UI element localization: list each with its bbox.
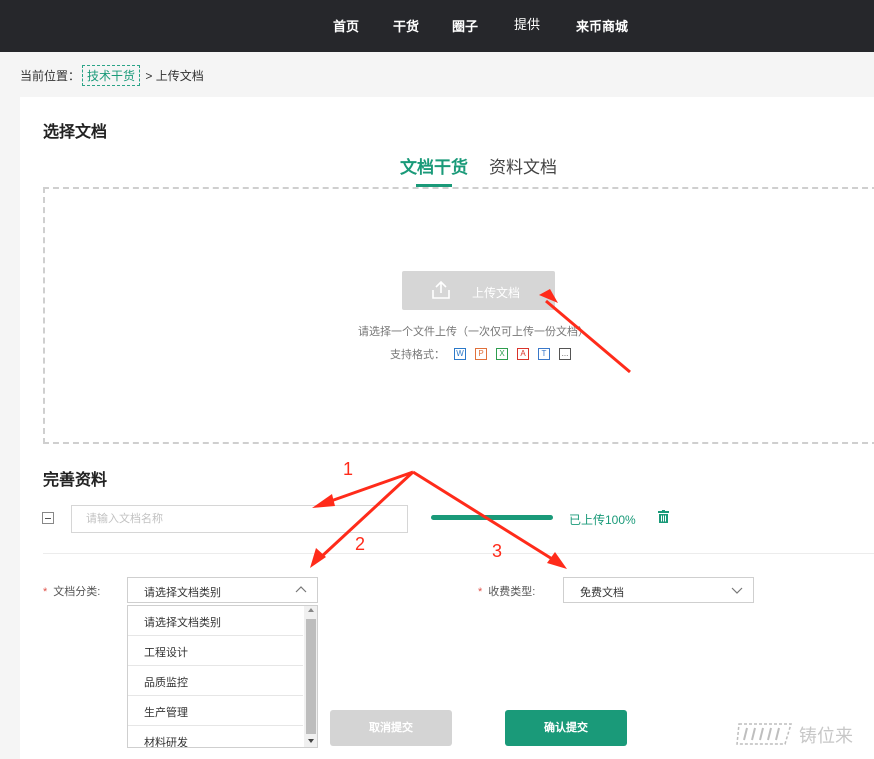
breadcrumb-current: 上传文档 <box>155 69 204 83</box>
upload-document-button[interactable]: 上传文档 <box>402 271 555 310</box>
chevron-down-icon <box>731 587 743 594</box>
upload-progress-bar <box>431 515 553 520</box>
fee-type-label: * 收费类型: <box>478 583 535 599</box>
upload-dropzone[interactable] <box>43 187 874 444</box>
category-select[interactable]: 请选择文档类别 <box>127 577 318 603</box>
supported-formats: 支持格式： W P X A T ... <box>390 346 571 362</box>
annotation-label-1: 1 <box>343 459 354 479</box>
watermark-text: 铸位来 <box>799 726 853 747</box>
chevron-up-icon <box>295 586 307 593</box>
category-label-text: 文档分类: <box>53 586 101 598</box>
details-title: 完善资料 <box>43 472 108 489</box>
tab-doc-ganhuo[interactable]: 文档干货 <box>400 153 468 178</box>
category-option[interactable]: 生产管理 <box>128 696 303 726</box>
nav-item-quanzi[interactable]: 圈子 <box>452 16 478 35</box>
category-options-list[interactable]: 请选择文档类别 工程设计 品质监控 生产管理 材料研发 <box>127 605 318 748</box>
select-doc-title: 选择文档 <box>43 124 108 141</box>
watermark: 铸位来 <box>735 718 870 748</box>
tab-resource-doc[interactable]: 资料文档 <box>489 153 557 178</box>
breadcrumb-separator: > <box>145 69 153 83</box>
annotation-label-3: 3 <box>492 541 503 561</box>
breadcrumb: 当前位置： 技术干货 > 上传文档 <box>20 65 204 86</box>
upload-progress-text: 已上传100% <box>569 513 636 527</box>
collapse-toggle-icon[interactable] <box>42 512 54 524</box>
category-option[interactable]: 工程设计 <box>128 636 303 666</box>
scroll-thumb[interactable] <box>306 619 316 734</box>
category-option[interactable]: 材料研发 <box>128 726 303 747</box>
category-select-value: 请选择文档类别 <box>144 587 221 599</box>
upload-hint: 请选择一个文件上传（一次仅可上传一份文档） <box>358 326 589 338</box>
section-divider <box>43 553 874 554</box>
top-nav-bar: 首页 干货 圈子 提供 来币商城 <box>0 0 874 52</box>
scroll-up-arrow-icon[interactable] <box>308 608 314 612</box>
category-label: * 文档分类: <box>43 583 100 599</box>
options-scrollbar[interactable] <box>304 606 317 747</box>
delete-icon[interactable] <box>658 510 669 523</box>
word-format-icon: W <box>454 348 466 360</box>
annotation-label-2: 2 <box>355 534 366 554</box>
upload-progress-fill <box>431 515 553 520</box>
formats-label: 支持格式： <box>390 349 445 361</box>
scroll-down-arrow-icon[interactable] <box>308 739 314 743</box>
required-marker: * <box>478 586 483 598</box>
pdf-format-icon: A <box>517 348 529 360</box>
fee-type-label-text: 收费类型: <box>488 586 536 598</box>
fee-type-value: 免费文档 <box>580 587 624 599</box>
breadcrumb-link-tech[interactable]: 技术干货 <box>82 65 141 86</box>
nav-item-home[interactable]: 首页 <box>333 16 359 35</box>
required-marker: * <box>43 586 48 598</box>
upload-button-label: 上传文档 <box>472 286 521 300</box>
txt-format-icon: T <box>538 348 550 360</box>
nav-item-tigong[interactable]: 提供 <box>514 14 540 33</box>
excel-format-icon: X <box>496 348 508 360</box>
nav-item-mall[interactable]: 来币商城 <box>576 16 628 35</box>
category-option[interactable]: 品质监控 <box>128 666 303 696</box>
nav-item-ganhuo[interactable]: 干货 <box>393 16 419 35</box>
fee-type-select[interactable]: 免费文档 <box>563 577 754 603</box>
watermark-logo-icon <box>736 723 793 745</box>
more-formats-icon: ... <box>559 348 571 360</box>
upload-icon <box>432 280 450 299</box>
cancel-submit-button[interactable]: 取消提交 <box>330 710 452 746</box>
ppt-format-icon: P <box>475 348 487 360</box>
breadcrumb-prefix: 当前位置： <box>20 69 81 83</box>
doc-name-input[interactable] <box>71 505 408 533</box>
category-option[interactable]: 请选择文档类别 <box>128 606 303 636</box>
confirm-submit-button[interactable]: 确认提交 <box>505 710 627 746</box>
